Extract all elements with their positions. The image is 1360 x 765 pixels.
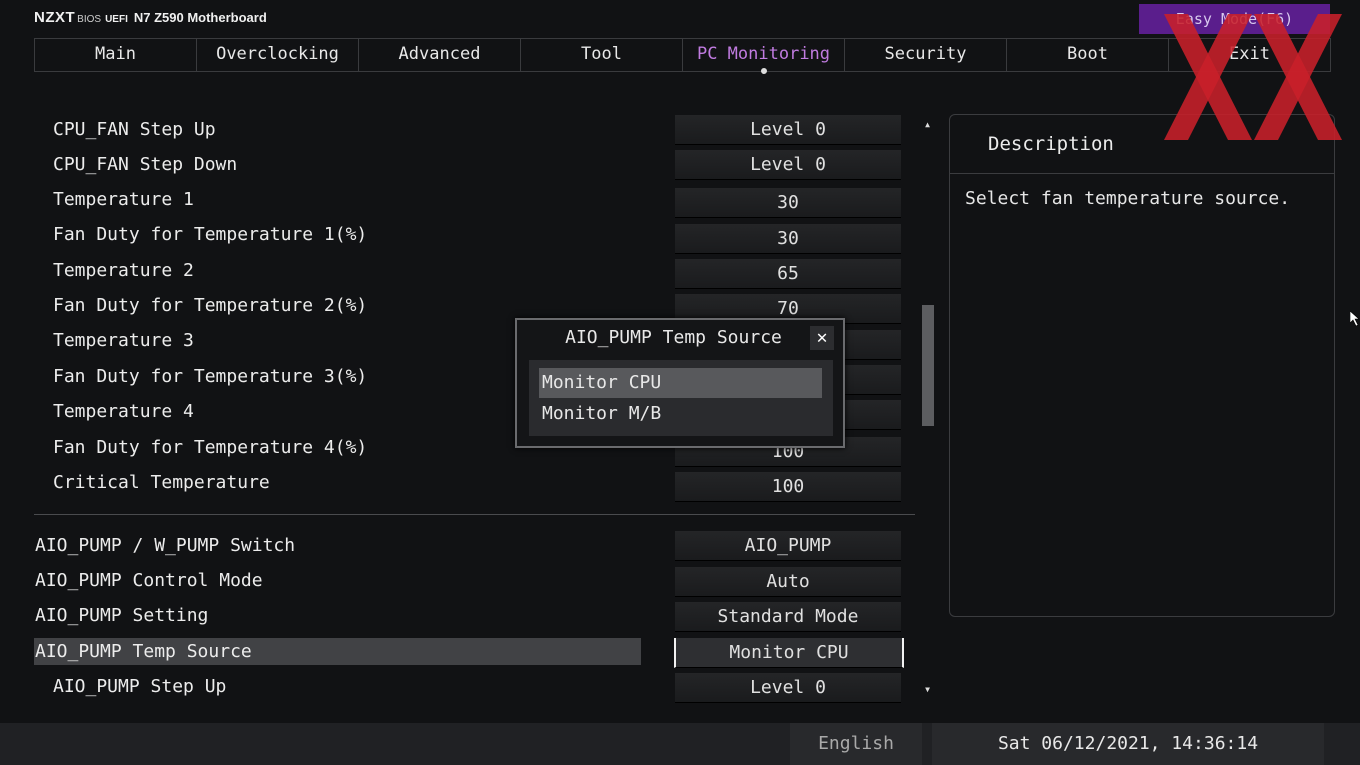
scrollbar[interactable]: ▲ ▼ bbox=[921, 120, 934, 698]
scrollbar-thumb[interactable] bbox=[922, 305, 934, 426]
date-time-display: Sat 06/12/2021, 14:36:14 bbox=[932, 723, 1324, 765]
mouse-cursor-icon bbox=[1350, 311, 1360, 327]
tab-boot[interactable]: Boot bbox=[1007, 39, 1169, 71]
bottom-status-bar: English Sat 06/12/2021, 14:36:14 bbox=[0, 723, 1360, 765]
setting-value[interactable]: 30 bbox=[675, 188, 901, 218]
setting-label: AIO_PUMP Control Mode bbox=[35, 570, 263, 591]
xx-watermark-logo bbox=[1164, 14, 1342, 140]
section-divider bbox=[34, 514, 915, 515]
popup-title: AIO_PUMP Temp Source bbox=[565, 327, 782, 348]
setting-value[interactable]: 100 bbox=[675, 472, 901, 502]
popup-options-list: Monitor CPU Monitor M/B bbox=[529, 360, 833, 436]
setting-label: AIO_PUMP Temp Source bbox=[35, 641, 252, 662]
setting-value[interactable]: Level 0 bbox=[675, 673, 901, 703]
tab-advanced[interactable]: Advanced bbox=[359, 39, 521, 71]
uefi-label: UEFI bbox=[105, 14, 128, 25]
setting-label: Fan Duty for Temperature 1(%) bbox=[53, 224, 368, 245]
description-panel: Description Select fan temperature sourc… bbox=[949, 114, 1335, 617]
setting-label: Temperature 2 bbox=[53, 260, 194, 281]
top-bar: NZXTBIOSUEFIN7 Z590 Motherboard Easy Mod… bbox=[0, 0, 1360, 37]
setting-value[interactable]: AIO_PUMP bbox=[675, 531, 901, 561]
close-icon[interactable]: ✕ bbox=[810, 326, 834, 350]
description-text: Select fan temperature source. bbox=[965, 188, 1291, 209]
tab-pc-monitoring[interactable]: PC Monitoring bbox=[683, 39, 845, 74]
setting-value[interactable]: Level 0 bbox=[675, 115, 901, 145]
setting-value-selected[interactable]: Monitor CPU bbox=[674, 638, 904, 668]
temp-source-popup: AIO_PUMP Temp Source ✕ Monitor CPU Monit… bbox=[515, 318, 845, 448]
setting-label: Fan Duty for Temperature 4(%) bbox=[53, 437, 368, 458]
setting-label: Fan Duty for Temperature 3(%) bbox=[53, 366, 368, 387]
arrow-up-icon[interactable]: ▲ bbox=[921, 120, 934, 129]
setting-label: Fan Duty for Temperature 2(%) bbox=[53, 295, 368, 316]
tab-main[interactable]: Main bbox=[35, 39, 197, 71]
setting-value[interactable]: 65 bbox=[675, 259, 901, 289]
arrow-down-icon[interactable]: ▼ bbox=[921, 685, 934, 694]
main-tabs: Main Overclocking Advanced Tool PC Monit… bbox=[34, 38, 1331, 74]
setting-label: AIO_PUMP / W_PUMP Switch bbox=[35, 535, 296, 556]
setting-value[interactable]: Level 0 bbox=[675, 150, 901, 180]
setting-label: Temperature 1 bbox=[53, 189, 194, 210]
setting-label: Temperature 3 bbox=[53, 330, 194, 351]
tab-tool[interactable]: Tool bbox=[521, 39, 683, 71]
setting-label: CPU_FAN Step Down bbox=[53, 154, 238, 175]
setting-label: Critical Temperature bbox=[53, 472, 270, 493]
tab-security[interactable]: Security bbox=[845, 39, 1007, 71]
setting-value[interactable]: Standard Mode bbox=[675, 602, 901, 632]
setting-label: CPU_FAN Step Up bbox=[53, 119, 216, 140]
motherboard-model: N7 Z590 Motherboard bbox=[133, 10, 267, 25]
brand-name: NZXT bbox=[34, 9, 76, 26]
setting-label: AIO_PUMP Step Up bbox=[53, 676, 227, 697]
setting-label: AIO_PUMP Setting bbox=[35, 605, 209, 626]
tab-overclocking[interactable]: Overclocking bbox=[197, 39, 359, 71]
popup-option-monitor-mb[interactable]: Monitor M/B bbox=[539, 399, 822, 429]
bios-label: BIOS bbox=[77, 14, 102, 25]
setting-value[interactable]: 30 bbox=[675, 224, 901, 254]
setting-label: Temperature 4 bbox=[53, 401, 194, 422]
brand-logo: NZXT BIOS UEFI N7 Z590 Motherboard bbox=[34, 9, 267, 27]
language-selector[interactable]: English bbox=[790, 723, 922, 765]
popup-option-monitor-cpu[interactable]: Monitor CPU bbox=[539, 368, 822, 398]
setting-value[interactable]: Auto bbox=[675, 567, 901, 597]
